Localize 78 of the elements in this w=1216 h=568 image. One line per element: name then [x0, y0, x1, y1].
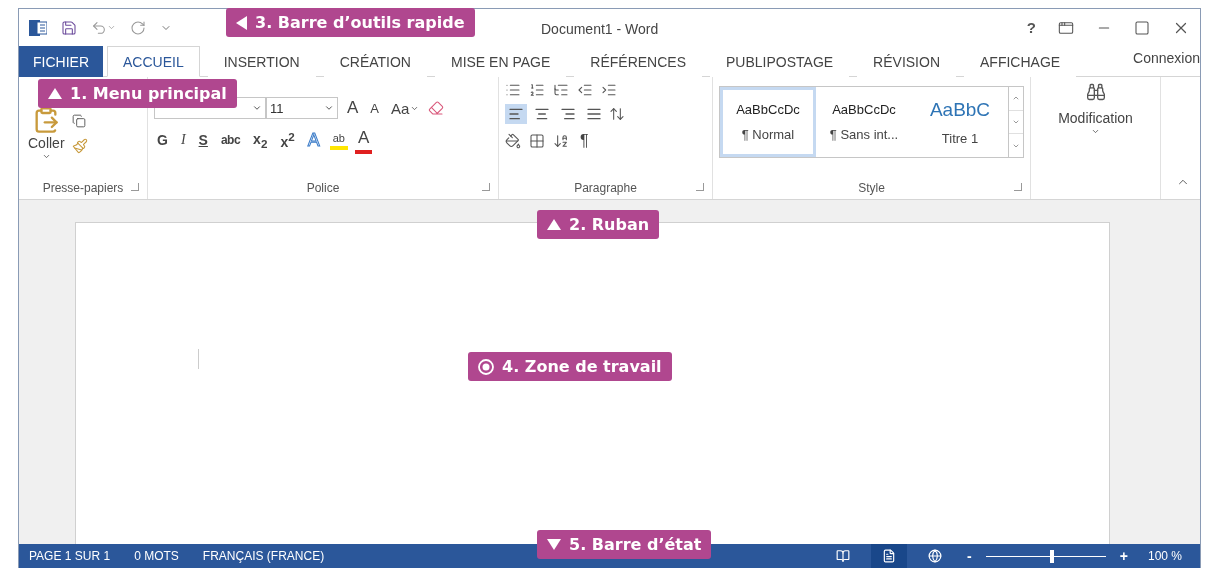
ribbon-tab[interactable]: ACCUEIL: [107, 46, 200, 77]
launcher-icon[interactable]: [482, 183, 490, 191]
caret-icon: [1091, 127, 1100, 136]
page-view-button[interactable]: [871, 544, 908, 568]
decrease-indent-icon[interactable]: [577, 82, 593, 98]
shading-icon[interactable]: [505, 133, 521, 149]
caret-icon: [41, 152, 51, 161]
zoom-in-button[interactable]: +: [1115, 548, 1132, 564]
zoom-level: 100 %: [1147, 549, 1182, 563]
font-size-field[interactable]: 11: [266, 97, 338, 119]
caret-icon: [324, 103, 334, 113]
status-text: PAGE 1 SUR 1: [29, 549, 111, 563]
launcher-icon[interactable]: [131, 183, 139, 191]
launcher-icon[interactable]: [696, 183, 704, 191]
arrow-icon: [48, 88, 62, 99]
text-cursor: [197, 349, 199, 369]
copy-icon[interactable]: [71, 113, 86, 128]
callout-tooltip: 1. Menu principal: [38, 79, 237, 108]
window-title: Document1 - Word: [541, 21, 659, 37]
zoom-thumb[interactable]: [1049, 549, 1054, 563]
callout-tooltip: 5. Barre d’état: [537, 530, 712, 559]
numbering-icon[interactable]: [529, 82, 545, 98]
format-button[interactable]: x$_{2}$: [250, 128, 271, 152]
zoom-out-button[interactable]: -: [963, 548, 976, 564]
align-left-icon: [508, 106, 524, 122]
grow-font-button[interactable]: A: [344, 96, 362, 120]
status-text: 0 MOTS: [134, 549, 179, 563]
editing-button[interactable]: Modification: [1055, 108, 1136, 138]
align-justify-icon: [586, 106, 602, 122]
multilevel-list-icon[interactable]: [553, 82, 569, 98]
strikethrough-button[interactable]: abc: [217, 131, 244, 149]
maximize-icon[interactable]: [1134, 19, 1150, 36]
help-button[interactable]: ?: [1026, 19, 1036, 36]
format-button[interactable]: x$^{2}$: [277, 128, 298, 152]
bullets-icon[interactable]: [505, 82, 521, 98]
align-right-icon: [560, 106, 576, 122]
app-logo-icon[interactable]: [29, 18, 47, 37]
callout-tooltip: 3. Barre d’outils rapide: [226, 8, 475, 37]
callout-tooltip: 4. Zone de travail: [468, 352, 672, 381]
status-text: FRANÇAIS (FRANCE): [202, 549, 325, 563]
launcher-icon[interactable]: [1014, 183, 1022, 191]
file-tab[interactable]: FICHIER: [19, 46, 103, 77]
change-case-button[interactable]: Aa: [388, 97, 423, 119]
caret-icon: [252, 103, 262, 113]
format-button[interactable]: I: [177, 130, 189, 150]
arrow-icon: [547, 219, 561, 230]
target-icon: [478, 358, 494, 375]
show-marks-button[interactable]: ¶: [577, 130, 592, 152]
format-painter-icon[interactable]: [71, 137, 88, 154]
align-center-icon: [534, 106, 550, 122]
align-left-button[interactable]: [505, 104, 527, 124]
callout-tooltip: 2. Ruban: [537, 210, 660, 239]
page-icon: [882, 549, 897, 563]
font-effect-button[interactable]: ab: [329, 130, 348, 150]
scroll-down-icon[interactable]: [1012, 118, 1020, 126]
save-icon[interactable]: [61, 19, 77, 36]
shrink-font-button[interactable]: A: [367, 98, 382, 118]
arrow-icon: [236, 15, 247, 30]
repeat-icon[interactable]: [130, 19, 146, 36]
increase-indent-icon[interactable]: [601, 82, 617, 98]
font-effect-button[interactable]: A: [354, 126, 373, 154]
binoculars-icon[interactable]: [1085, 82, 1106, 102]
arrow-icon: [547, 539, 561, 550]
group-label: Police: [154, 177, 492, 199]
borders-icon[interactable]: [529, 133, 545, 149]
clear-formatting-icon[interactable]: [428, 100, 445, 116]
style-item[interactable]: AaBbCcDc ¶ Normal: [720, 87, 816, 157]
line-spacing-icon[interactable]: [609, 106, 625, 122]
format-button[interactable]: G: [154, 130, 171, 150]
format-button[interactable]: S: [195, 130, 211, 150]
group-label: Style: [719, 177, 1024, 199]
group-label: Presse-papiers: [25, 177, 141, 199]
sign-in-link[interactable]: Connexion: [1133, 46, 1200, 76]
globe-icon: [928, 549, 943, 563]
ribbon-display-icon[interactable]: [1058, 19, 1074, 36]
book-icon: [836, 549, 851, 563]
sort-icon[interactable]: [553, 133, 569, 149]
group-label: Paragraphe: [505, 177, 706, 199]
